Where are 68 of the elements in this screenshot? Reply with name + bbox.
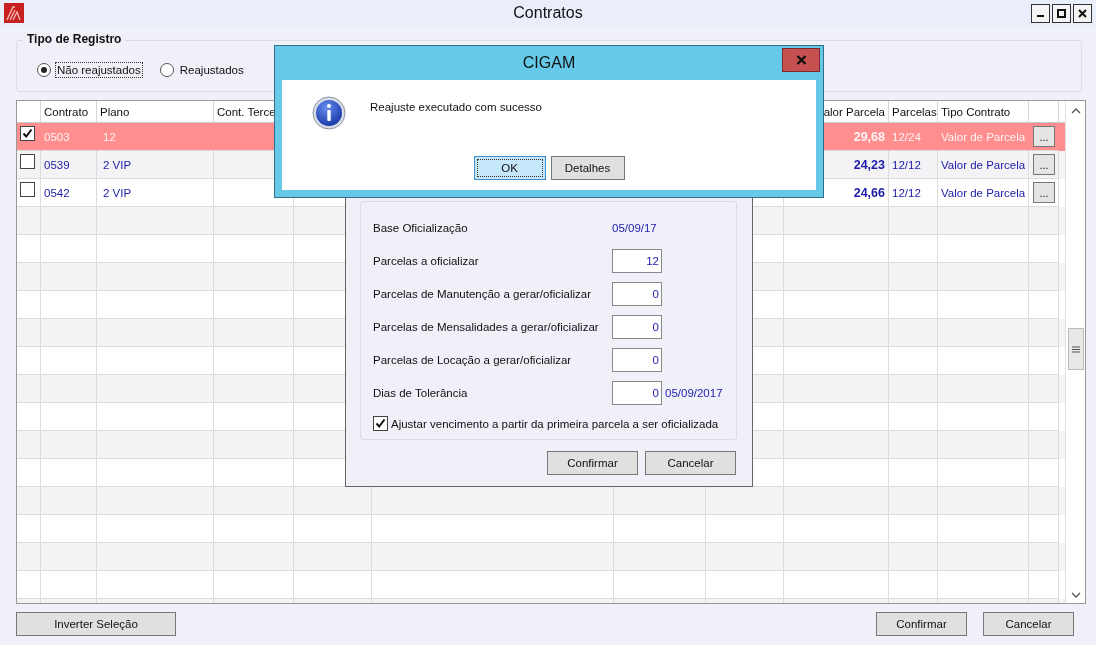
column-header[interactable]: alor Parcela bbox=[823, 105, 885, 118]
scroll-thumb[interactable] bbox=[1068, 328, 1084, 370]
field-label: Parcelas de Mensalidades a gerar/oficializar bbox=[373, 321, 600, 333]
table-cell: 2 VIP bbox=[103, 158, 132, 171]
minimize-button[interactable] bbox=[1031, 3, 1050, 23]
table-cell: Valor de Parcela bbox=[941, 130, 1026, 143]
table-cell: 0503 bbox=[44, 130, 70, 143]
scroll-down-icon[interactable] bbox=[1070, 591, 1081, 599]
table-cell: 12 bbox=[103, 130, 116, 143]
details-button[interactable]: ... bbox=[1033, 154, 1055, 175]
checkbox[interactable] bbox=[20, 154, 35, 169]
column-header[interactable]: Plano bbox=[100, 105, 130, 118]
field-value: 05/09/17 bbox=[612, 222, 658, 234]
message-text: Reajuste executado com sucesso bbox=[370, 101, 542, 113]
field-label: Dias de Tolerância bbox=[373, 387, 469, 399]
field-label: Parcelas de Locação a gerar/oficializar bbox=[373, 354, 573, 366]
dialog-button[interactable]: Cancelar bbox=[645, 451, 736, 475]
input-field[interactable]: 0 bbox=[612, 282, 662, 306]
field-label: Parcelas a oficializar bbox=[373, 255, 480, 267]
scrollbar[interactable] bbox=[1065, 101, 1085, 603]
footer-button[interactable]: Cancelar bbox=[983, 612, 1074, 636]
table-cell: 0542 bbox=[44, 186, 70, 199]
checkbox[interactable] bbox=[373, 416, 388, 431]
close-icon[interactable] bbox=[1078, 8, 1087, 18]
details-button[interactable]: ... bbox=[1033, 182, 1055, 203]
message-button[interactable]: Detalhes bbox=[550, 156, 625, 180]
table-cell: 24,23 bbox=[853, 157, 885, 172]
table-cell: Valor de Parcela bbox=[941, 186, 1026, 199]
radio-label[interactable]: Não reajustados bbox=[56, 63, 142, 77]
table-cell: 12/12 bbox=[892, 158, 921, 171]
column-header[interactable]: Tipo Contrato bbox=[941, 105, 1011, 118]
date-text: 05/09/2017 bbox=[665, 387, 724, 399]
app-logo-icon bbox=[4, 3, 24, 23]
dialog-title: CIGAM bbox=[522, 54, 576, 72]
table-cell: 12/12 bbox=[892, 186, 921, 199]
scroll-up-icon[interactable] bbox=[1070, 107, 1081, 115]
radio-button[interactable] bbox=[159, 63, 174, 77]
table-cell: 24,66 bbox=[853, 185, 885, 200]
column-header[interactable]: Contrato bbox=[44, 105, 89, 118]
group-title: Tipo de Registro bbox=[23, 32, 126, 46]
table-cell: 29,68 bbox=[853, 129, 885, 144]
maximize-icon[interactable] bbox=[1057, 8, 1066, 18]
table-cell: 0539 bbox=[44, 158, 70, 171]
input-field[interactable]: 0 bbox=[612, 348, 662, 372]
info-icon bbox=[312, 96, 346, 130]
radio-button[interactable] bbox=[37, 63, 51, 77]
table-cell: 2 VIP bbox=[103, 186, 132, 199]
footer-button[interactable]: Confirmar bbox=[876, 612, 967, 636]
table-cell: Valor de Parcela bbox=[941, 158, 1026, 171]
input-field[interactable]: 12 bbox=[612, 249, 662, 273]
radio-label[interactable]: Reajustados bbox=[178, 63, 245, 77]
maximize-button[interactable] bbox=[1052, 3, 1071, 23]
close-button[interactable] bbox=[1073, 3, 1092, 23]
input-field[interactable]: 0 bbox=[612, 381, 662, 405]
table-cell: 12/24 bbox=[892, 130, 921, 143]
field-label: Base Oficialização bbox=[373, 222, 469, 234]
column-header[interactable]: Cont. Terce bbox=[217, 105, 276, 118]
field-label: Parcelas de Manutenção a gerar/oficializar bbox=[373, 288, 592, 300]
invert-selection-button[interactable]: Inverter Seleção bbox=[16, 612, 176, 636]
window-title: Contratos bbox=[513, 4, 583, 22]
dialog-button[interactable]: Confirmar bbox=[547, 451, 638, 475]
details-button[interactable]: ... bbox=[1033, 126, 1055, 147]
checkbox-label[interactable]: Ajustar vencimento a partir da primeira parcela a ser oficializada bbox=[391, 417, 719, 430]
message-button[interactable]: OK bbox=[473, 156, 546, 180]
column-header[interactable]: Parcelas bbox=[892, 105, 937, 118]
input-field[interactable]: 0 bbox=[612, 315, 662, 339]
checkbox[interactable] bbox=[20, 182, 35, 197]
checkbox[interactable] bbox=[20, 126, 35, 141]
